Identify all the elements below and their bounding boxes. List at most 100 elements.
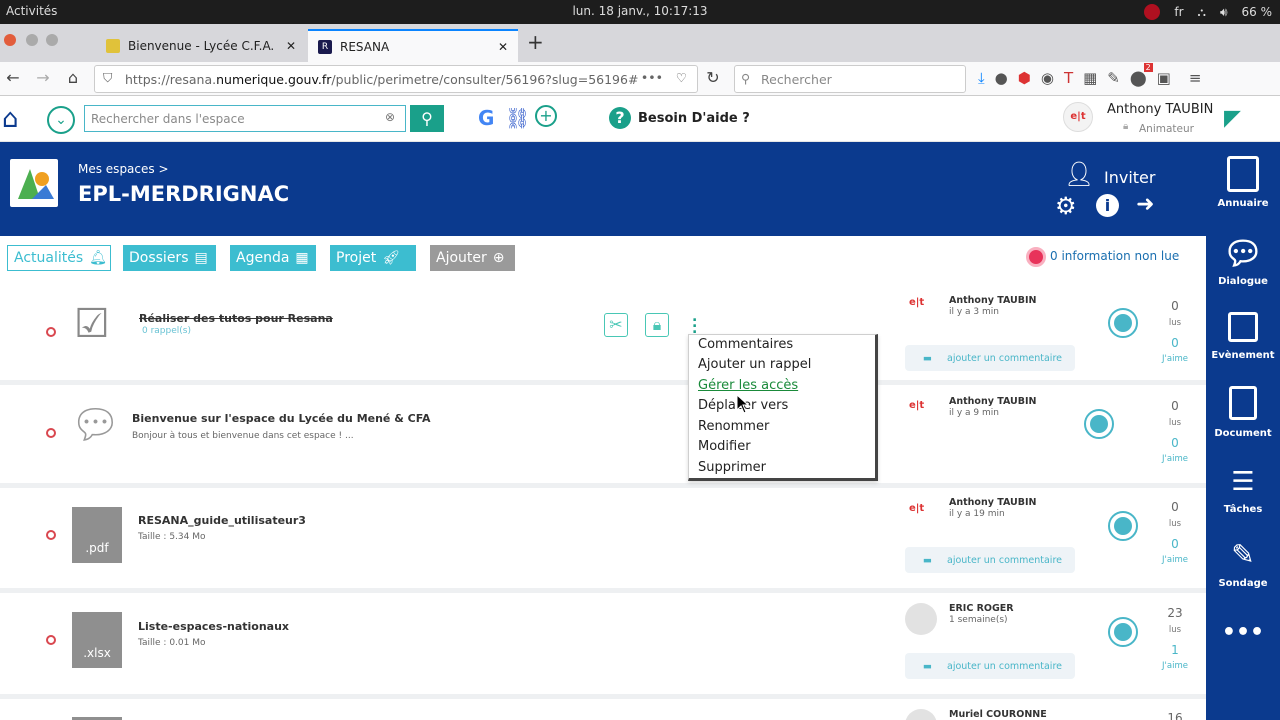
tab-agenda[interactable]: Agenda ▦	[230, 245, 316, 271]
add-circle-icon[interactable]: +	[535, 105, 557, 127]
lock-icon[interactable]: 🔒︎	[645, 313, 669, 337]
sidebar-item-dialogue[interactable]: 💬︎ Dialogue	[1206, 234, 1280, 287]
extension-icon[interactable]: ●	[995, 69, 1008, 87]
help-icon[interactable]: ?	[609, 107, 631, 129]
new-tab-icon[interactable]: +	[527, 30, 544, 54]
item-title[interactable]: Réaliser des tutos pour Resana	[139, 312, 333, 325]
list-item[interactable]: Muriel COURONNE 16	[0, 699, 1206, 720]
extension-icon[interactable]: ✎	[1107, 69, 1120, 87]
window-maximize-icon[interactable]	[46, 34, 58, 46]
window-close-icon[interactable]	[4, 34, 16, 46]
thumbs-up-icon	[1114, 314, 1132, 332]
record-icon[interactable]	[1144, 4, 1161, 20]
clock[interactable]: lun. 18 janv., 10:17:13	[0, 4, 1280, 18]
invite-button[interactable]: Inviter	[1104, 168, 1155, 187]
extension-icon[interactable]: ⬤ 2	[1130, 63, 1153, 87]
reload-icon[interactable]: ↻	[702, 67, 724, 89]
add-comment-button[interactable]: ▬ ajouter un commentaire	[905, 653, 1075, 679]
checklist-icon: ☰	[1231, 467, 1255, 497]
home-icon[interactable]: ⌂	[62, 67, 84, 89]
chevron-down-icon[interactable]: ⌄	[47, 106, 75, 134]
google-icon[interactable]: G	[478, 106, 494, 130]
like-button[interactable]	[1108, 617, 1138, 647]
user-avatar[interactable]: e|t	[1063, 102, 1093, 132]
add-user-icon[interactable]: 👤︎	[1064, 160, 1094, 188]
link-icon[interactable]: ⛓	[505, 106, 530, 130]
space-search-input[interactable]: Rechercher dans l'espace ⊗	[84, 105, 406, 132]
exit-icon[interactable]: ➜	[1136, 192, 1154, 217]
extension-icon[interactable]: T	[1064, 69, 1073, 87]
extension-icon[interactable]: ▣	[1157, 69, 1171, 87]
read-label: lus	[1168, 318, 1182, 328]
battery-indicator[interactable]: 66 %	[1242, 5, 1273, 19]
like-button[interactable]	[1108, 511, 1138, 541]
back-icon[interactable]: ←	[2, 67, 24, 89]
tab-close-icon[interactable]: ✕	[286, 39, 296, 53]
tab-actualites[interactable]: Actualités 🔔︎	[7, 245, 111, 271]
help-link[interactable]: Besoin D'aide ?	[638, 111, 750, 126]
browser-toolbar: ← → ⌂ ⛉ https://resana. numerique.gouv.fr…	[0, 62, 1280, 96]
breadcrumb[interactable]: Mes espaces >	[78, 162, 169, 176]
sidebar-item-evenement[interactable]: Evènement	[1206, 312, 1280, 361]
read-count: 0	[1171, 500, 1179, 514]
like-button[interactable]	[1108, 308, 1138, 338]
xlsx-file-icon: .xlsx	[72, 612, 122, 668]
sidebar-item-sondage[interactable]: ✎ Sondage	[1206, 536, 1280, 589]
forward-icon[interactable]: →	[32, 67, 54, 89]
menu-item-ajouter-rappel[interactable]: Ajouter un rappel	[698, 357, 811, 372]
clear-icon[interactable]: ⊗	[385, 110, 395, 124]
menu-icon[interactable]: ≡	[1189, 69, 1202, 87]
sidebar-item-label: Annuaire	[1217, 198, 1269, 209]
add-comment-button[interactable]: ▬ ajouter un commentaire	[905, 345, 1075, 371]
menu-item-modifier[interactable]: Modifier	[698, 439, 751, 454]
menu-item-gerer-acces[interactable]: Gérer les accès	[698, 378, 798, 393]
info-icon[interactable]: i	[1096, 194, 1119, 217]
network-icon[interactable]: ⛬	[1198, 5, 1206, 20]
pocket-icon[interactable]: ♡	[676, 70, 687, 85]
settings-icon[interactable]: ⚙	[1055, 192, 1077, 220]
tab-resana[interactable]: R RESANA ✕	[308, 29, 518, 62]
sidebar-item-taches[interactable]: ☰ Tâches	[1206, 464, 1280, 515]
item-title[interactable]: Bienvenue sur l'espace du Lycée du Mené …	[132, 412, 430, 425]
no-mic-icon[interactable]: ✂	[604, 313, 628, 337]
item-title[interactable]: RESANA_guide_utilisateur3	[138, 514, 306, 527]
tab-dossiers[interactable]: Dossiers ▤	[123, 245, 216, 271]
extension-icon[interactable]: ▦	[1083, 69, 1097, 87]
download-icon[interactable]: ⤓	[978, 69, 985, 87]
shield-icon[interactable]: ⛉	[103, 70, 112, 86]
page-actions-icon[interactable]: •••	[641, 70, 663, 85]
list-item[interactable]: .xlsx Liste-espaces-nationaux Taille : 0…	[0, 593, 1206, 699]
url-field[interactable]: ⛉ https://resana. numerique.gouv.fr/publi…	[94, 65, 698, 93]
home-icon[interactable]: ⌂	[2, 104, 19, 134]
menu-item-commentaires[interactable]: Commentaires	[698, 337, 793, 352]
tab-lycee[interactable]: Bienvenue - Lycée C.F.A. du ✕	[96, 29, 306, 62]
list-item[interactable]: ☑ Réaliser des tutos pour Resana 0 rappe…	[0, 286, 1206, 385]
sidebar-item-annuaire[interactable]: Annuaire	[1206, 156, 1280, 209]
menu-item-renommer[interactable]: Renommer	[698, 419, 769, 434]
adblock-icon[interactable]: ⬢	[1018, 69, 1031, 87]
search-button[interactable]: ⚲	[410, 105, 444, 132]
menu-item-supprimer[interactable]: Supprimer	[698, 460, 766, 475]
sidebar-item-document[interactable]: Document	[1206, 386, 1280, 439]
add-comment-button[interactable]: ▬ ajouter un commentaire	[905, 547, 1075, 573]
language-indicator[interactable]: fr	[1174, 5, 1183, 19]
read-count: 0	[1171, 299, 1179, 313]
tab-ajouter[interactable]: Ajouter ⊕	[430, 245, 515, 271]
more-icon[interactable]: •••	[1206, 620, 1280, 645]
list-item[interactable]: .pdf RESANA_guide_utilisateur3 Taille : …	[0, 488, 1206, 593]
list-item[interactable]: 💬︎ Bienvenue sur l'espace du Lycée du Me…	[0, 385, 1206, 488]
item-title[interactable]: Liste-espaces-nationaux	[138, 620, 289, 633]
window-minimize-icon[interactable]	[26, 34, 38, 46]
like-button[interactable]	[1084, 409, 1114, 439]
browser-search-field[interactable]: ⚲ Rechercher	[734, 65, 966, 93]
tab-projet[interactable]: Projet 🚀︎	[330, 245, 416, 271]
volume-icon[interactable]: 🔊︎	[1220, 5, 1228, 20]
tab-close-icon[interactable]: ✕	[498, 40, 508, 54]
unread-icon	[1026, 247, 1046, 267]
user-name[interactable]: Anthony TAUBIN	[1107, 102, 1213, 117]
avatar	[905, 709, 937, 720]
megaphone-icon[interactable]: ◤	[1224, 106, 1241, 131]
extension-icon[interactable]: ◉	[1041, 69, 1054, 87]
unread-indicator[interactable]: 0 information non lue	[1050, 249, 1179, 263]
more-vertical-icon[interactable]: ...	[692, 310, 697, 336]
